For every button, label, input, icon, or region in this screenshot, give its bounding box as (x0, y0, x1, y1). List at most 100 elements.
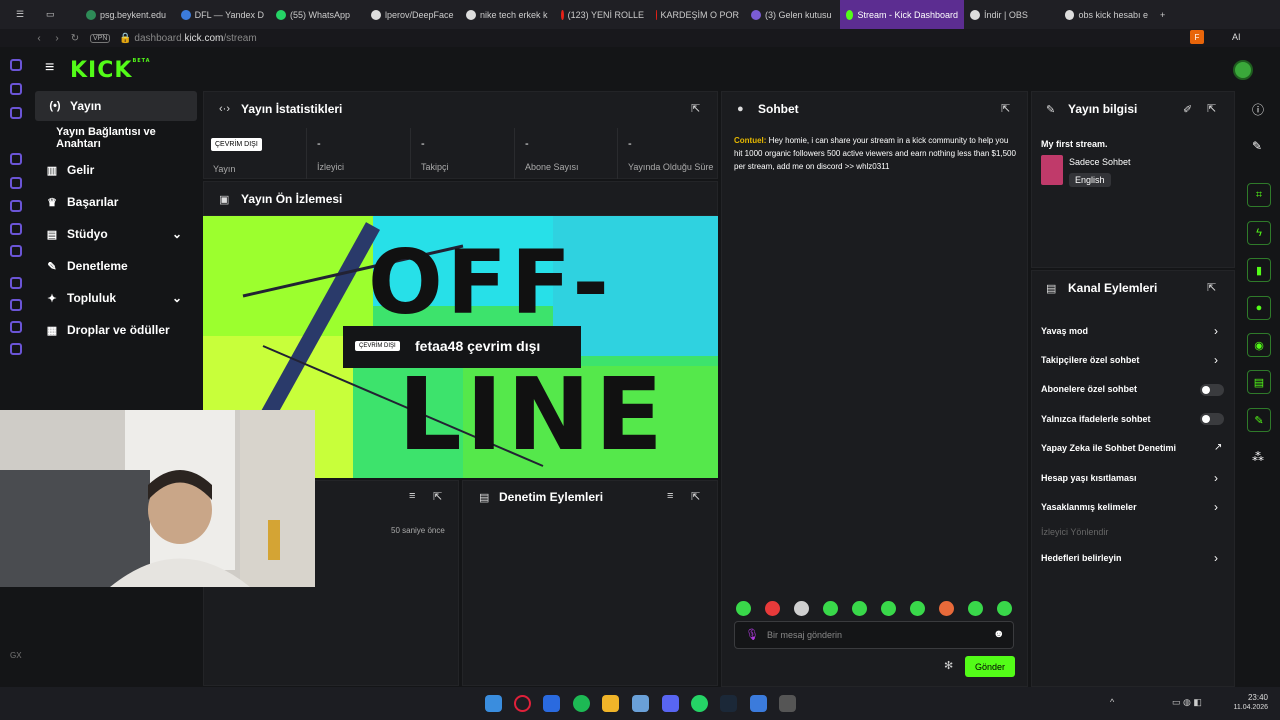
layout-icon[interactable]: ▤ (1247, 370, 1271, 394)
browser-tab[interactable]: (3) Gelen kutusu (745, 0, 840, 29)
whatsapp-icon[interactable] (691, 695, 708, 712)
popout-icon[interactable]: ⇱ (691, 102, 700, 115)
popout-icon[interactable]: ⇱ (1207, 281, 1216, 294)
browser-tab[interactable]: (123) YENİ ROLLE (555, 0, 650, 29)
user-avatar[interactable] (1233, 60, 1253, 80)
rail-icon-11[interactable] (10, 321, 22, 333)
browser-tab[interactable]: DFL — Yandex D (175, 0, 270, 29)
emote-icon[interactable] (997, 601, 1012, 616)
rail-icon-1[interactable] (10, 59, 22, 71)
chevron-right-icon[interactable]: › (1214, 471, 1218, 485)
settings-icon[interactable] (632, 695, 649, 712)
nav-item-denetleme[interactable]: ✎ Denetleme (32, 251, 198, 281)
x-icon[interactable] (10, 245, 22, 257)
settings-icon[interactable] (10, 343, 22, 355)
nav-item-yayin[interactable]: (•) Yayın (35, 91, 197, 121)
steam-icon[interactable] (720, 695, 737, 712)
popout-icon[interactable]: ⇱ (691, 490, 700, 503)
gx-icon[interactable]: GX (10, 651, 22, 660)
action-account-age[interactable]: Hesap yaşı kısıtlaması (1041, 473, 1137, 483)
lightning-icon[interactable]: ϟ (1247, 221, 1271, 245)
rail-icon-3[interactable] (10, 107, 22, 119)
popout-icon[interactable]: ⇱ (1207, 102, 1216, 115)
discord-icon[interactable] (662, 695, 679, 712)
whatsapp-icon[interactable] (10, 177, 22, 189)
chevron-right-icon[interactable]: › (1214, 551, 1218, 565)
filter-icon[interactable]: ≡ (409, 490, 415, 502)
back-icon[interactable]: ‹ (30, 33, 48, 44)
emote-icon[interactable] (968, 601, 983, 616)
clock-date[interactable]: 11.04.2026 (1222, 704, 1268, 711)
chat-bubble-icon[interactable]: ● (1247, 296, 1271, 320)
broadcast-icon[interactable]: ◉ (1247, 333, 1271, 357)
rail-icon-4[interactable] (10, 153, 22, 165)
widgets-icon[interactable]: ⁂ (1252, 450, 1264, 464)
emoji-icon[interactable]: ☻ (993, 628, 1005, 640)
microphone-icon[interactable]: 🎙 (745, 628, 759, 641)
chevron-right-icon[interactable]: › (1214, 353, 1218, 367)
nav-item-stream-key[interactable]: Yayın Bağlantısı ve Anahtarı (32, 123, 198, 153)
clock-time[interactable]: 23:40 (1228, 693, 1268, 702)
external-link-icon[interactable]: ↗ (1214, 442, 1222, 453)
nav-item-droplar[interactable]: ▦ Droplar ve ödüller (32, 315, 198, 345)
emote-icon[interactable] (823, 601, 838, 616)
browser-tab[interactable]: İndir | OBS (964, 0, 1059, 29)
new-tab-button[interactable]: + (1154, 0, 1174, 29)
action-slow-mode[interactable]: Yavaş mod (1041, 326, 1088, 336)
emote-icon[interactable] (910, 601, 925, 616)
chat-username[interactable]: Contuel: (734, 136, 766, 145)
file-explorer-icon[interactable] (602, 695, 619, 712)
send-button[interactable]: Gönder (965, 656, 1015, 677)
url-text[interactable]: dashboard.kick.com/stream (134, 33, 256, 44)
instagram-icon[interactable] (10, 200, 22, 212)
emotes-only-toggle[interactable] (1200, 413, 1224, 425)
wrench-icon[interactable]: ✎ (1247, 408, 1271, 432)
info-icon[interactable]: ⓘ (1252, 101, 1264, 118)
rail-icon-9[interactable] (10, 277, 22, 289)
ai-button[interactable]: AI (1232, 32, 1241, 42)
nav-item-basarilar[interactable]: ♛ Başarılar (32, 187, 198, 217)
forward-icon[interactable]: › (48, 33, 66, 44)
filter-icon[interactable]: ≡ (667, 490, 673, 502)
profile-avatar[interactable]: F (1190, 30, 1204, 44)
network-icon[interactable]: ▭ ◍ ◧ (1172, 697, 1202, 708)
browser-tab[interactable]: Stream - Kick Dashboard (840, 0, 964, 29)
nav-item-studyo[interactable]: ▤ Stüdyo ⌄ (32, 219, 198, 249)
app-icon[interactable] (543, 695, 560, 712)
edit-icon[interactable]: ✎ (1252, 139, 1262, 153)
category-thumbnail[interactable] (1041, 155, 1063, 185)
nav-item-gelir[interactable]: ▥ Gelir (32, 155, 198, 185)
action-followers-only[interactable]: Takipçilere özel sohbet (1041, 355, 1139, 365)
start-icon[interactable] (485, 695, 502, 712)
browser-tab[interactable]: lperov/DeepFace (365, 0, 460, 29)
tray-chevron-up-icon[interactable]: ^ (1110, 697, 1114, 707)
app-icon[interactable] (750, 695, 767, 712)
vpn-badge[interactable]: VPN (90, 33, 111, 43)
scan-icon[interactable]: ⌗ (1247, 183, 1271, 207)
opera-icon[interactable] (514, 695, 531, 712)
browser-tab[interactable]: nike tech erkek k (460, 0, 555, 29)
browser-tab[interactable]: KARDEŞİM O POR (650, 0, 745, 29)
emote-icon[interactable] (765, 601, 780, 616)
chat-settings-icon[interactable]: ✻ (944, 659, 953, 672)
emote-icon[interactable] (939, 601, 954, 616)
browser-tab[interactable]: (55) WhatsApp (270, 0, 365, 29)
hamburger-menu-icon[interactable]: ≡ (45, 59, 54, 77)
popout-icon[interactable]: ⇱ (433, 490, 442, 503)
emote-icon[interactable] (852, 601, 867, 616)
action-ai-moderation[interactable]: Yapay Zeka ile Sohbet Denetimi (1041, 443, 1176, 453)
browser-tab[interactable]: psg.beykent.edu (80, 0, 175, 29)
chevron-right-icon[interactable]: › (1214, 324, 1218, 338)
app-icon[interactable] (779, 695, 796, 712)
popout-icon[interactable]: ⇱ (1001, 102, 1010, 115)
stream-category[interactable]: Sadece Sohbet (1069, 157, 1131, 167)
kick-logo[interactable]: KICKBETA (70, 58, 151, 83)
tab-strip-icon[interactable]: ▭ (40, 0, 80, 29)
browser-tab[interactable]: obs kick hesabı e (1059, 0, 1154, 29)
action-set-goals[interactable]: Hedefleri belirleyin (1041, 553, 1122, 563)
emote-icon[interactable] (881, 601, 896, 616)
chat-input[interactable]: 🎙 Bir mesaj gönderin ☻ (734, 621, 1014, 649)
edit-icon[interactable]: ✐ (1183, 103, 1192, 116)
subscribers-only-toggle[interactable] (1200, 384, 1224, 396)
emote-icon[interactable] (736, 601, 751, 616)
